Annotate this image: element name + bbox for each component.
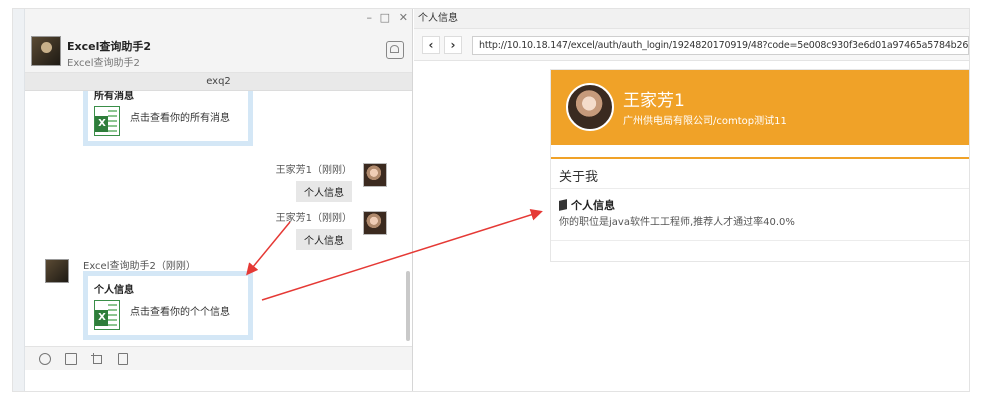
image-icon[interactable] — [65, 353, 77, 365]
message-card[interactable]: 个人信息 点击查看你的个个信息 — [83, 271, 253, 340]
message-bubble[interactable]: 个人信息 — [296, 181, 352, 202]
about-divider — [551, 157, 969, 159]
message-meta: 王家芳1（刚刚） — [275, 213, 352, 224]
forward-button[interactable]: › — [444, 36, 462, 54]
left-edge-strip — [13, 9, 25, 391]
group-name-bar: exq2 — [25, 73, 412, 91]
message-meta: Excel查询助手2（刚刚） — [83, 261, 196, 272]
chat-window: – □ ✕ Excel查询助手2 Excel查询助手2 exq2 所有消息 点击… — [13, 9, 413, 391]
browser-nav-bar: ‹ › http://10.10.18.147/excel/auth/auth_… — [414, 29, 969, 61]
user-avatar[interactable] — [363, 163, 387, 187]
message-bubble[interactable]: 个人信息 — [296, 229, 352, 250]
excel-icon — [94, 300, 120, 330]
user-message: 王家芳1（刚刚） 个人信息 — [276, 209, 352, 250]
book-icon — [559, 199, 567, 211]
close-button[interactable]: ✕ — [399, 11, 408, 24]
message-card[interactable]: 所有消息 点击查看你的所有消息 — [83, 91, 253, 146]
crop-icon[interactable] — [91, 353, 103, 365]
message-list[interactable]: 所有消息 点击查看你的所有消息 王家芳1（刚刚） 个人信息 王家芳1（刚刚） 个… — [25, 91, 412, 346]
profile-banner: 王家芳1 广州供电局有限公司/comtop测试11 — [551, 70, 969, 145]
chat-titlebar: – □ ✕ — [25, 9, 412, 29]
about-title: 关于我 — [559, 170, 599, 185]
contact-profile-icon[interactable] — [386, 41, 404, 59]
maximize-button[interactable]: □ — [380, 11, 390, 24]
user-avatar[interactable] — [363, 211, 387, 235]
minimize-button[interactable]: – — [367, 11, 373, 24]
smile-icon[interactable] — [39, 353, 51, 365]
contact-avatar[interactable] — [31, 36, 61, 66]
browser-window: 个人信息 ‹ › http://10.10.18.147/excel/auth/… — [414, 9, 969, 391]
scrollbar[interactable] — [406, 271, 410, 341]
message-meta: 王家芳1（刚刚） — [275, 165, 352, 176]
card-title: 所有消息 — [94, 91, 134, 102]
contact-name: Excel查询助手2 — [67, 40, 152, 53]
message-input[interactable] — [25, 370, 412, 391]
card-text: 点击查看你的所有消息 — [130, 113, 230, 124]
info-title: 个人信息 — [571, 199, 615, 212]
chat-header: Excel查询助手2 Excel查询助手2 — [25, 29, 412, 73]
browser-title: 个人信息 — [414, 9, 969, 29]
file-icon[interactable] — [118, 353, 128, 365]
divider — [551, 240, 969, 241]
bot-avatar[interactable] — [45, 259, 69, 283]
card-text: 点击查看你的个个信息 — [130, 307, 230, 318]
card-title: 个人信息 — [94, 285, 134, 296]
profile-name: 王家芳1 — [623, 91, 685, 111]
profile-avatar — [566, 83, 614, 131]
info-heading: 个人信息 — [559, 197, 615, 213]
user-message: 王家芳1（刚刚） 个人信息 — [276, 161, 352, 202]
divider — [551, 188, 969, 189]
contact-subtitle: Excel查询助手2 — [67, 58, 140, 69]
profile-card: 王家芳1 广州供电局有限公司/comtop测试11 关于我 个人信息 你的职位是… — [550, 69, 969, 262]
url-bar[interactable]: http://10.10.18.147/excel/auth/auth_logi… — [472, 36, 969, 55]
screenshot-frame: – □ ✕ Excel查询助手2 Excel查询助手2 exq2 所有消息 点击… — [12, 8, 970, 392]
chat-toolbar — [25, 346, 412, 370]
profile-company: 广州供电局有限公司/comtop测试11 — [623, 116, 787, 127]
info-description: 你的职位是java软件工工程师,推荐人才通过率40.0% — [559, 217, 795, 228]
back-button[interactable]: ‹ — [422, 36, 440, 54]
excel-icon — [94, 106, 120, 136]
